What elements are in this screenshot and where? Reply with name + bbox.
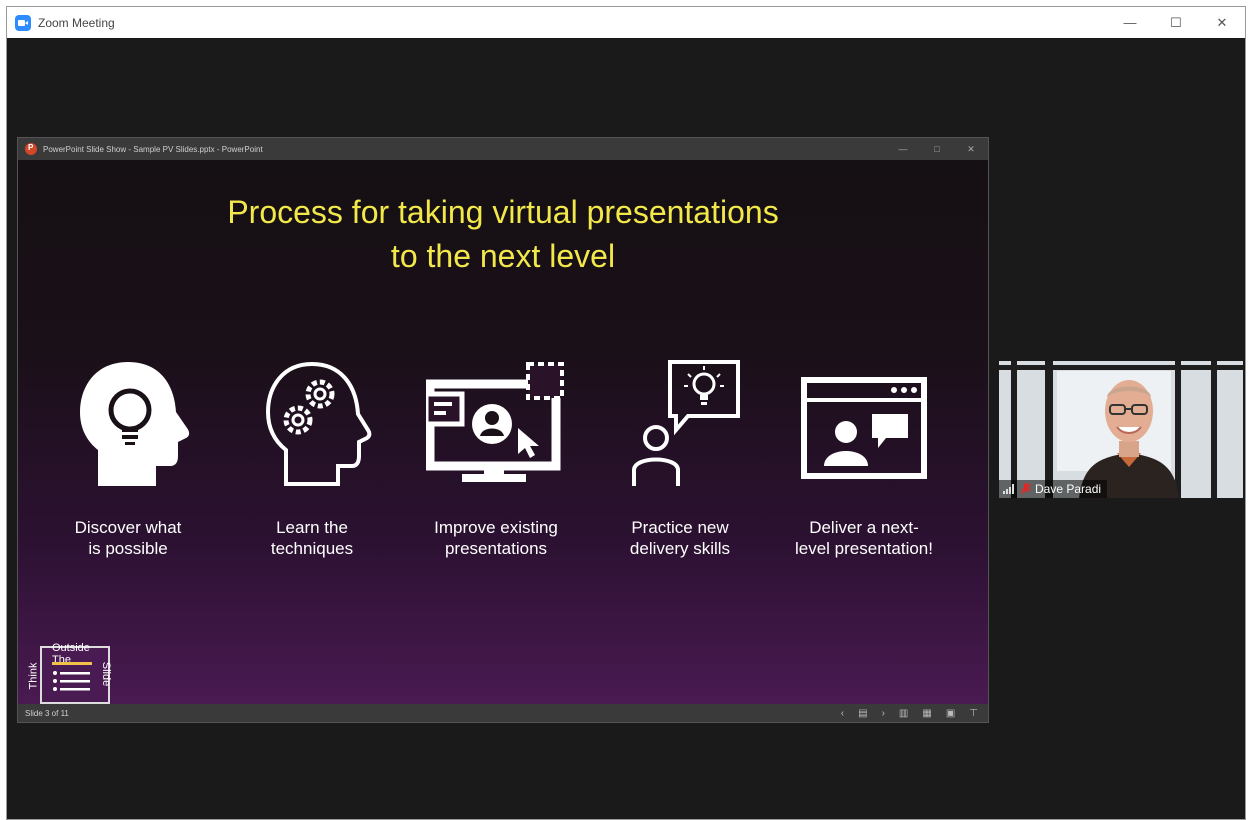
video-call-icon [801, 377, 927, 479]
slide-canvas: Process for taking virtual presentations… [18, 160, 988, 706]
slide-counter: Slide 3 of 11 [25, 708, 69, 718]
zoom-window-title: Zoom Meeting [38, 15, 115, 30]
step-label: Learn the techniques [222, 517, 402, 559]
window-frame [1045, 361, 1053, 498]
slide-sorter-button[interactable]: ▦ [922, 708, 931, 719]
window-frame [1211, 361, 1217, 498]
signal-strength-icon [1003, 484, 1014, 494]
logo-word-think: Think [27, 662, 40, 690]
head-gears-icon [265, 361, 372, 486]
slide-title-line-2: to the next level [390, 238, 616, 274]
step-label-line: presentations [444, 539, 548, 558]
step-practice: Practice new delivery skills [590, 358, 770, 559]
ppt-window-controls: — □ ✕ [886, 138, 988, 160]
participant-name-bar: Dave Paradi [999, 480, 1108, 498]
normal-view-button[interactable]: ▥ [899, 708, 908, 719]
reading-view-button[interactable]: ▣ [946, 708, 955, 719]
list-lines-icon [52, 662, 92, 691]
ppt-maximize-button: □ [934, 144, 940, 154]
notes-button[interactable]: ▤ [858, 708, 867, 719]
maximize-button[interactable]: ☐ [1153, 7, 1199, 38]
step-label-line: level presentation! [795, 539, 933, 558]
shared-screen-powerpoint: PowerPoint Slide Show - Sample PV Slides… [17, 137, 989, 723]
step-label-line: Improve existing [434, 518, 558, 537]
step-label: Improve existing presentations [406, 517, 586, 559]
previous-slide-button[interactable]: ‹ [841, 708, 844, 719]
step-learn: Learn the techniques [222, 358, 402, 559]
step-improve: Improve existing presentations [406, 358, 586, 559]
head-lightbulb-icon [80, 362, 190, 486]
next-slide-button[interactable]: › [882, 708, 885, 719]
think-outside-the-slide-logo: Outside The Think Slide [27, 642, 113, 704]
slide-title: Process for taking virtual presentations… [18, 190, 988, 278]
participant-name: Dave Paradi [1035, 482, 1102, 496]
ppt-minimize-button: — [898, 144, 908, 154]
ppt-titlebar: PowerPoint Slide Show - Sample PV Slides… [18, 138, 988, 160]
step-label: Practice new delivery skills [590, 517, 770, 559]
participant-video-tile[interactable]: Dave Paradi [999, 361, 1243, 498]
participant-person-icon [1079, 380, 1179, 498]
slideshow-button[interactable]: ⊤ [969, 708, 978, 719]
ppt-status-bar: Slide 3 of 11 ‹ ▤ › ▥ ▦ ▣ ⊤ [18, 704, 988, 722]
step-label-line: Discover what [74, 518, 182, 537]
minimize-button[interactable]: — [1107, 7, 1153, 38]
slide-title-line-1: Process for taking virtual presentations [227, 194, 779, 230]
step-label-line: Practice new [631, 518, 729, 537]
close-button[interactable]: ✕ [1199, 7, 1245, 38]
zoom-titlebar[interactable]: Zoom Meeting — ☐ ✕ [7, 7, 1245, 38]
ppt-close-button: ✕ [967, 143, 975, 154]
step-discover: Discover what is possible [38, 358, 218, 559]
window-frame [1011, 361, 1017, 498]
ppt-navigation: ‹ ▤ › ▥ ▦ ▣ ⊤ [841, 704, 978, 722]
step-label-line: Deliver a next- [809, 518, 919, 537]
step-label-line: techniques [270, 539, 354, 558]
person-idea-icon [632, 360, 740, 486]
step-label-line: delivery skills [629, 539, 731, 558]
step-deliver: Deliver a next- level presentation! [774, 358, 954, 559]
zoom-window-controls: — ☐ ✕ [1107, 7, 1245, 38]
logo-word-slide: Slide [100, 661, 113, 687]
monitor-presentation-icon [423, 362, 564, 482]
step-label-line: is possible [88, 539, 168, 558]
zoom-logo-icon [15, 14, 31, 31]
zoom-window: Zoom Meeting — ☐ ✕ PowerPoint Slide Show… [6, 6, 1246, 820]
microphone-muted-icon [1021, 483, 1031, 495]
ppt-window-title: PowerPoint Slide Show - Sample PV Slides… [43, 144, 263, 154]
step-label-line: Learn the [276, 518, 348, 537]
step-label: Discover what is possible [38, 517, 218, 559]
powerpoint-logo-icon [25, 143, 37, 155]
step-label: Deliver a next- level presentation! [774, 517, 954, 559]
